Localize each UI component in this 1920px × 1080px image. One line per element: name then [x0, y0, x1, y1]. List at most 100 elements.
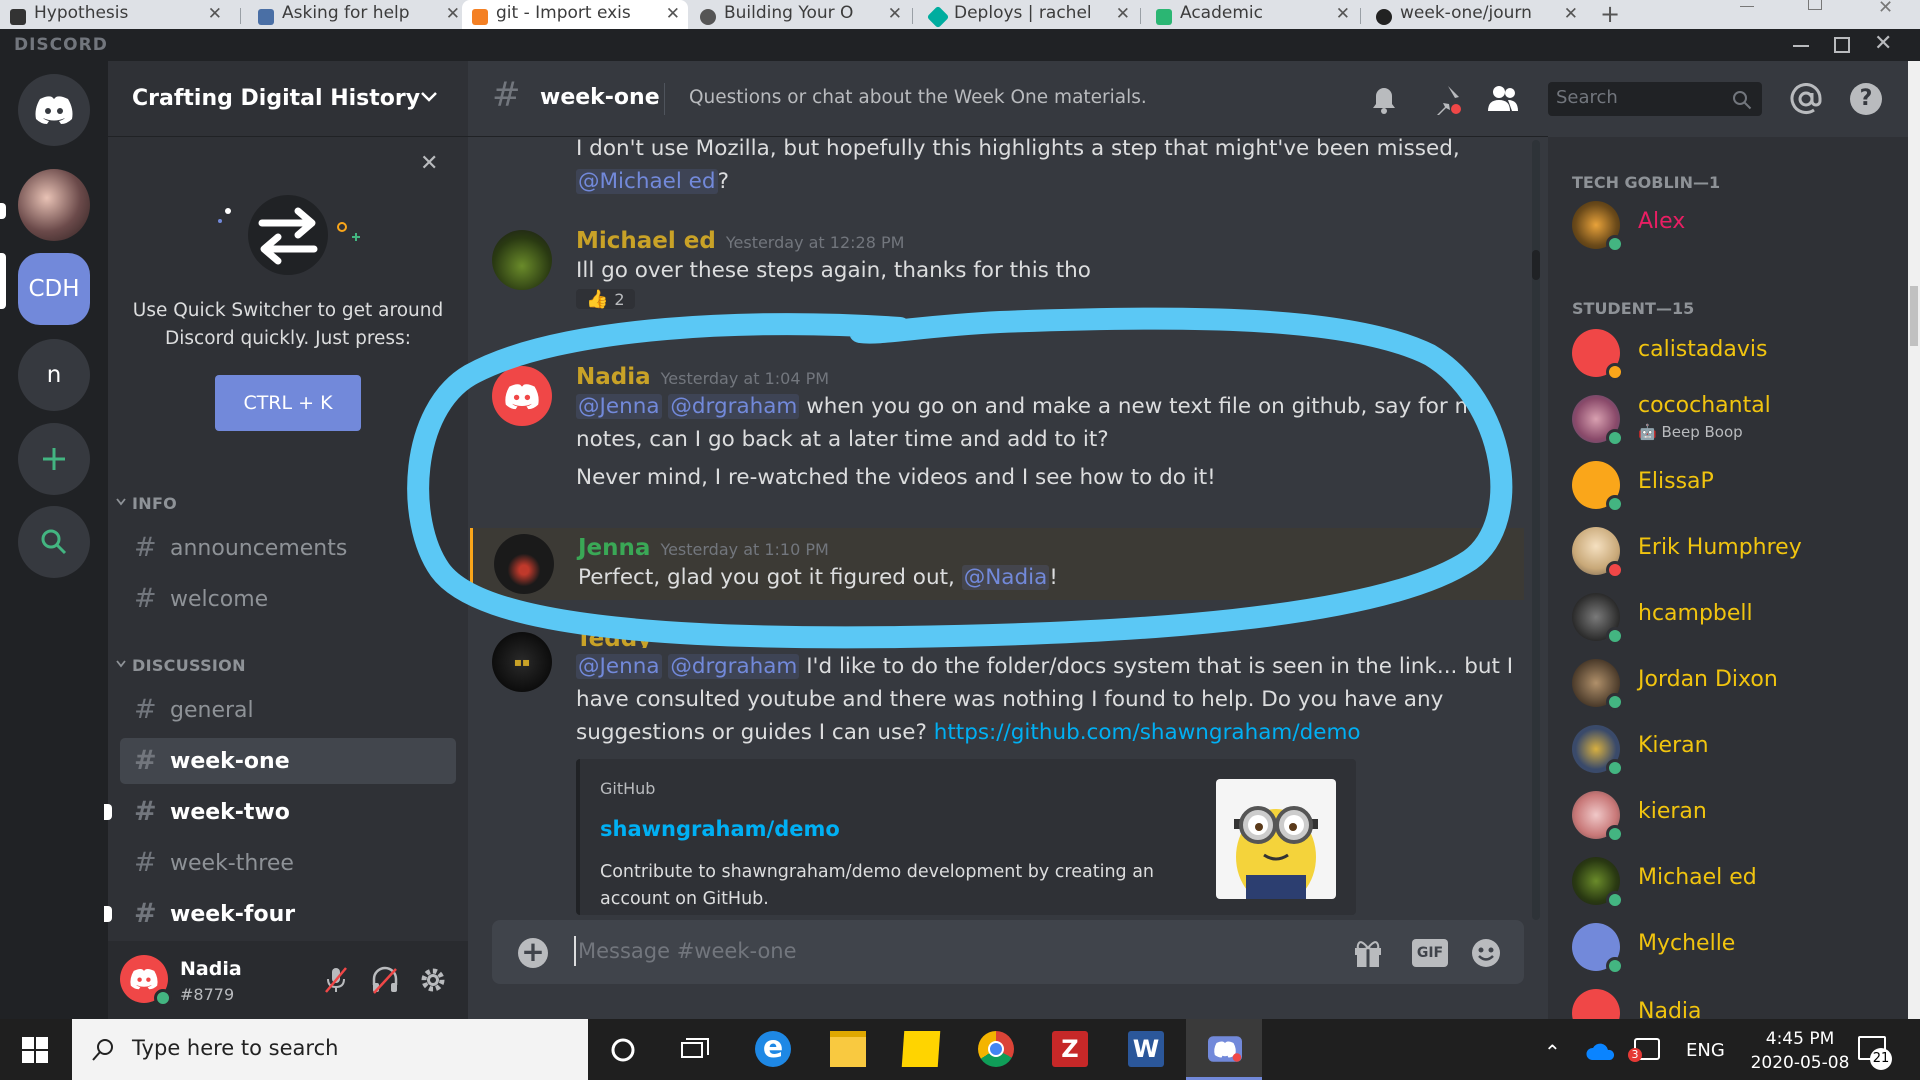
member-calistadavis[interactable]: calistadavis: [1572, 329, 1902, 385]
close-tab-icon[interactable]: ✕: [888, 4, 902, 24]
task-view-icon[interactable]: [680, 1037, 710, 1063]
avatar[interactable]: ▪▪: [492, 632, 552, 692]
member-erik-humphrey[interactable]: Erik Humphrey: [1572, 527, 1902, 583]
reaction-badge[interactable]: 👍 2: [576, 289, 635, 309]
server-avatar[interactable]: [18, 169, 90, 241]
server-n[interactable]: n: [18, 339, 90, 411]
taskbar-search-input[interactable]: Type here to search: [72, 1019, 588, 1080]
page-scrollbar-thumb[interactable]: [1910, 286, 1918, 346]
member-jordan-dixon[interactable]: Jordan Dixon: [1572, 659, 1902, 715]
user-mention[interactable]: @Nadia: [961, 565, 1050, 590]
emoji-picker-icon[interactable]: [1470, 937, 1502, 969]
browser-minimize-icon[interactable]: [1740, 6, 1754, 7]
member-elissap[interactable]: ElissaP: [1572, 461, 1902, 517]
show-hidden-icons-chevron[interactable]: ⌃: [1544, 1040, 1561, 1064]
battery-icon[interactable]: 3: [1628, 1038, 1660, 1062]
close-tab-icon[interactable]: ✕: [1116, 4, 1130, 24]
notification-center-icon[interactable]: 21: [1858, 1036, 1892, 1070]
close-window-icon[interactable]: ✕: [1874, 31, 1892, 56]
chat-scrollbar-thumb[interactable]: [1532, 250, 1540, 280]
user-mention[interactable]: @drgraham: [668, 394, 800, 419]
mute-microphone-icon[interactable]: [322, 965, 350, 995]
maximize-icon[interactable]: [1834, 37, 1850, 53]
mentions-icon[interactable]: [1790, 83, 1822, 115]
close-tab-icon[interactable]: ✕: [666, 4, 680, 24]
system-clock[interactable]: 4:45 PM 2020-05-08: [1740, 1027, 1860, 1075]
channel-announcements[interactable]: # announcements: [120, 525, 456, 571]
quick-switcher-shortcut-button[interactable]: CTRL + K: [215, 375, 361, 431]
avatar[interactable]: [492, 366, 552, 426]
bell-icon[interactable]: [1370, 85, 1398, 115]
browser-tab[interactable]: Building Your O ✕: [690, 0, 910, 29]
message-author[interactable]: Michael ed: [576, 228, 716, 254]
channel-week-four[interactable]: # week-four: [120, 891, 456, 937]
zotero-icon[interactable]: Z: [1052, 1031, 1088, 1067]
browser-tab[interactable]: Asking for help ✕: [248, 0, 468, 29]
message-author[interactable]: Teddy: [576, 626, 1524, 648]
browser-tab[interactable]: Academic ✕: [1146, 0, 1358, 29]
message-author[interactable]: Nadia: [576, 364, 651, 390]
message-composer[interactable]: + Message #week-one GIF: [492, 920, 1524, 984]
embed-title[interactable]: shawngraham/demo: [600, 817, 840, 841]
member-michael-ed[interactable]: Michael ed: [1572, 857, 1902, 913]
gear-icon[interactable]: [418, 965, 448, 995]
message-link[interactable]: https://github.com/shawngraham/demo: [934, 720, 1361, 745]
close-tab-icon[interactable]: ✕: [1564, 4, 1578, 24]
members-icon[interactable]: [1486, 83, 1520, 113]
category-info[interactable]: INFO: [132, 494, 177, 513]
upload-plus-icon[interactable]: +: [518, 938, 548, 968]
help-icon[interactable]: ?: [1850, 83, 1882, 115]
minimize-icon[interactable]: [1793, 45, 1809, 47]
language-indicator[interactable]: ENG: [1686, 1040, 1725, 1061]
home-button[interactable]: [18, 74, 90, 146]
member-hcampbell[interactable]: hcampbell: [1572, 593, 1902, 649]
chrome-icon[interactable]: [978, 1031, 1014, 1067]
member-kieran-lower[interactable]: kieran: [1572, 791, 1902, 847]
cortana-icon[interactable]: [610, 1037, 636, 1063]
close-tab-icon[interactable]: ✕: [1336, 4, 1350, 24]
close-tab-icon[interactable]: ✕: [446, 4, 460, 24]
category-chevron-icon[interactable]: [116, 660, 126, 668]
user-mention[interactable]: @Michael ed: [576, 169, 718, 194]
browser-tab[interactable]: Hypothesis ✕: [0, 0, 230, 29]
embed-thumbnail[interactable]: [1216, 779, 1336, 899]
member-kieran[interactable]: Kieran: [1572, 725, 1902, 781]
member-cocochantal[interactable]: cocochantal 🤖 Beep Boop: [1572, 393, 1902, 451]
file-explorer-icon[interactable]: [830, 1031, 866, 1067]
browser-tab[interactable]: Deploys | rachel ✕: [920, 0, 1138, 29]
deafen-headphones-icon[interactable]: [370, 965, 400, 995]
member-nadia[interactable]: Nadia: [1572, 989, 1902, 1019]
pin-icon[interactable]: [1430, 83, 1462, 115]
category-discussion[interactable]: DISCUSSION: [132, 656, 246, 675]
browser-restore-icon[interactable]: [1808, 0, 1822, 10]
avatar[interactable]: [494, 534, 554, 594]
member-mychelle[interactable]: Mychelle: [1572, 923, 1902, 979]
word-icon[interactable]: W: [1128, 1031, 1164, 1067]
user-mention[interactable]: @Jenna: [576, 654, 662, 679]
message-author[interactable]: Jenna: [578, 535, 650, 561]
onedrive-cloud-icon[interactable]: [1586, 1042, 1616, 1062]
close-promo-icon[interactable]: ✕: [420, 151, 438, 176]
edge-browser-icon[interactable]: e: [755, 1031, 791, 1067]
add-server-button[interactable]: [18, 423, 90, 495]
avatar[interactable]: [492, 230, 552, 290]
browser-close-icon[interactable]: ✕: [1878, 0, 1893, 18]
channel-welcome[interactable]: # welcome: [120, 576, 456, 622]
page-scrollbar[interactable]: [1908, 61, 1920, 1019]
guild-header[interactable]: Crafting Digital History: [108, 61, 468, 137]
user-mention[interactable]: @Jenna: [576, 394, 662, 419]
windows-start-icon[interactable]: [22, 1037, 48, 1063]
channel-general[interactable]: # general: [120, 687, 456, 733]
channel-week-three[interactable]: # week-three: [120, 840, 456, 886]
close-tab-icon[interactable]: ✕: [208, 4, 222, 24]
search-input[interactable]: Search: [1548, 82, 1762, 116]
browser-tab[interactable]: week-one/journ ✕: [1366, 0, 1586, 29]
category-chevron-icon[interactable]: [116, 498, 126, 506]
gif-icon[interactable]: GIF: [1412, 939, 1448, 967]
member-alex[interactable]: Alex: [1572, 201, 1902, 257]
user-mention[interactable]: @drgraham: [668, 654, 800, 679]
sticky-notes-icon[interactable]: [901, 1031, 941, 1067]
new-tab-button[interactable]: +: [1600, 0, 1620, 28]
gift-icon[interactable]: [1352, 938, 1384, 968]
channel-week-one[interactable]: # week-one: [120, 738, 456, 784]
